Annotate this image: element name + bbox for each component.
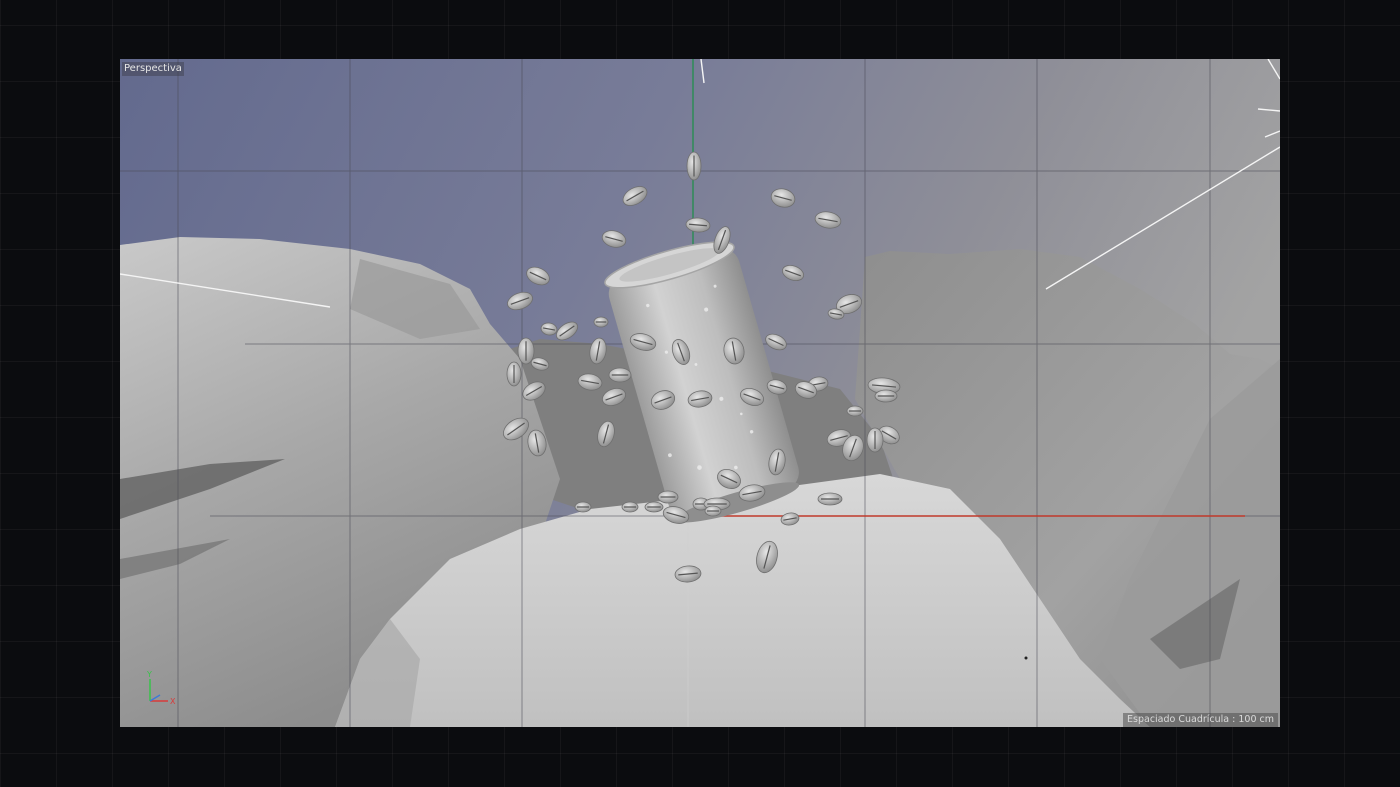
coffee-bean	[608, 367, 632, 383]
view-name-label[interactable]: Perspectiva	[122, 62, 184, 76]
coffee-bean	[644, 501, 664, 513]
coffee-bean	[621, 501, 639, 513]
coffee-bean	[866, 427, 884, 453]
axis-orientation-gizmo: Y X	[142, 670, 182, 711]
coffee-bean	[874, 389, 898, 403]
gizmo-x-label: X	[170, 697, 176, 706]
coffee-bean	[506, 361, 522, 387]
coffee-bean	[657, 490, 679, 504]
rock-speck	[1024, 656, 1028, 660]
viewport-scene[interactable]	[120, 59, 1280, 727]
3d-viewport[interactable]: Perspectiva Y X Espaciado Cuadrícula : 1…	[120, 59, 1280, 727]
coffee-bean	[846, 405, 864, 417]
coffee-bean	[704, 505, 722, 517]
coffee-bean	[686, 151, 702, 181]
gizmo-y-label: Y	[146, 670, 152, 679]
coffee-bean	[593, 316, 609, 328]
grid-spacing-label: Espaciado Cuadrícula : 100 cm	[1123, 713, 1278, 727]
coffee-bean	[817, 492, 843, 506]
gizmo-z-axis	[149, 694, 161, 702]
coffee-bean	[574, 501, 592, 513]
